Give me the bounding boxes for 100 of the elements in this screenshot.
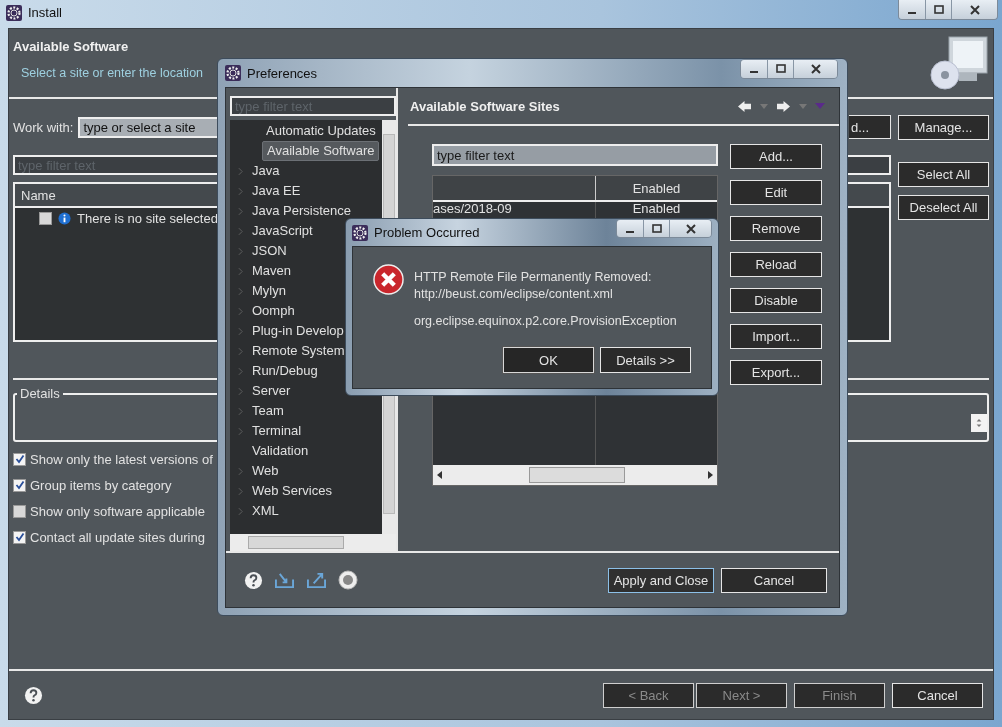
tree-item[interactable]: Available Software (262, 141, 380, 161)
tree-item[interactable]: Mylyn (252, 281, 286, 301)
table-cell: There is no site selected (77, 211, 218, 226)
close-button[interactable] (951, 0, 997, 19)
minimize-button[interactable] (899, 0, 925, 19)
filter-field[interactable]: type filter text (432, 144, 718, 166)
dialog-button[interactable]: OK (503, 347, 594, 373)
spinner-icon[interactable] (971, 414, 987, 432)
tree-item[interactable]: Java EE (252, 181, 301, 201)
tree-item[interactable]: Server (252, 381, 291, 401)
maximize-button[interactable] (767, 60, 793, 78)
work-with-label: Work with: (13, 119, 74, 135)
tree-item[interactable]: JSON (252, 241, 287, 261)
option-label: Show only the latest versions of (30, 451, 213, 467)
exception-text: org.eclipse.equinox.p2.core.ProvisionException (414, 314, 677, 328)
dropdown-icon[interactable] (760, 103, 768, 109)
info-icon (58, 212, 71, 225)
option-checkbox[interactable] (13, 452, 26, 466)
site-action-button[interactable]: Reload (730, 252, 822, 277)
error-url: http://beust.com/eclipse/content.xml (414, 287, 614, 301)
install-monitor-icon (929, 33, 989, 93)
site-action-button[interactable]: Edit (730, 180, 822, 205)
scroll-right-arrow-icon[interactable] (708, 471, 713, 479)
dialog-button[interactable]: Cancel (721, 567, 827, 593)
help-icon[interactable] (24, 685, 43, 705)
deselect-all-button[interactable]: Deselect All (898, 195, 989, 220)
tree-item[interactable]: XML (252, 501, 279, 521)
dialog-button[interactable]: Apply and Close (608, 567, 714, 593)
site-action-button[interactable]: Import... (730, 324, 822, 349)
site-action-button[interactable]: Export... (730, 360, 822, 385)
forward-arrow-icon[interactable] (776, 99, 791, 113)
window-title: Problem Occurred (374, 225, 480, 240)
site-action-button[interactable]: Remove (730, 216, 822, 241)
tree-item[interactable]: Oomph (252, 301, 295, 321)
maximize-icon (932, 4, 945, 15)
option-checkbox[interactable] (13, 478, 26, 492)
record-icon[interactable] (338, 570, 358, 590)
truncated-button[interactable]: d... (849, 115, 891, 139)
gear-logo-icon (352, 224, 368, 241)
site-action-button[interactable]: Add... (730, 144, 822, 169)
manage-button[interactable]: Manage... (898, 115, 989, 140)
maximize-icon (650, 223, 663, 234)
window-title: Preferences (247, 65, 318, 81)
tree-item[interactable]: Java Persistence (252, 201, 351, 221)
page-title: Available Software Sites (410, 98, 560, 114)
tree-item[interactable]: Terminal (252, 421, 302, 441)
gear-logo-icon (6, 5, 22, 21)
maximize-icon (774, 64, 787, 74)
import-icon[interactable] (274, 570, 295, 590)
dialog-button[interactable]: Details >> (600, 347, 691, 373)
tree-item[interactable]: JavaScript (252, 221, 313, 241)
tree-item[interactable]: Web Services (252, 481, 332, 501)
dropdown-icon[interactable] (799, 103, 807, 109)
help-icon[interactable] (244, 570, 263, 590)
table-cell-text: Enabled (631, 202, 682, 216)
tree-item[interactable]: Remote System (252, 341, 345, 361)
maximize-button[interactable] (925, 0, 951, 19)
tree-item[interactable]: Run/Debug (252, 361, 318, 381)
close-icon (809, 64, 822, 74)
minimize-button[interactable] (741, 60, 767, 78)
close-icon (968, 4, 981, 15)
minimize-icon (626, 230, 634, 233)
back-arrow-icon[interactable] (737, 99, 752, 113)
option-label: Contact all update sites during (30, 529, 205, 545)
export-icon[interactable] (306, 570, 327, 590)
maximize-button[interactable] (643, 220, 669, 237)
column-header: Enabled (631, 180, 682, 196)
wizard-button[interactable]: Cancel (892, 682, 983, 708)
error-message: HTTP Remote File Permanently Removed: (414, 270, 653, 284)
site-action-button[interactable]: Disable (730, 288, 822, 313)
scroll-left-arrow-icon[interactable] (437, 471, 442, 479)
error-icon (373, 264, 404, 295)
option-label: Group items by category (30, 477, 172, 493)
page-title: Available Software (13, 39, 130, 54)
tree-item[interactable]: Maven (252, 261, 292, 281)
column-header: Name (21, 187, 56, 203)
page-subtitle: Select a site or enter the location (20, 66, 204, 80)
gear-logo-icon (225, 65, 241, 81)
details-label: Details (19, 386, 61, 401)
option-label: Show only software applicable (30, 503, 205, 519)
tree-item[interactable]: Java (252, 161, 280, 181)
tree-item[interactable]: Team (252, 401, 284, 421)
option-checkbox[interactable] (13, 530, 26, 544)
option-checkbox[interactable] (13, 504, 26, 518)
tree-item[interactable]: Validation (252, 441, 309, 461)
window-title: Install (28, 5, 62, 20)
tree-item[interactable]: Web (252, 461, 279, 481)
close-button[interactable] (669, 220, 711, 237)
minimize-button[interactable] (617, 220, 643, 237)
tree-item[interactable]: Plug-in Develop (252, 321, 344, 341)
tree-item[interactable]: Automatic Updates (262, 121, 380, 141)
minimize-icon (908, 11, 916, 14)
close-icon (684, 223, 697, 234)
horizontal-scrollbar[interactable] (433, 465, 717, 485)
row-checkbox[interactable] (39, 212, 52, 225)
close-button[interactable] (793, 60, 837, 78)
view-menu-icon[interactable] (815, 103, 825, 109)
minimize-icon (750, 71, 758, 73)
select-all-button[interactable]: Select All (898, 162, 989, 187)
horizontal-scrollbar[interactable] (230, 534, 396, 551)
